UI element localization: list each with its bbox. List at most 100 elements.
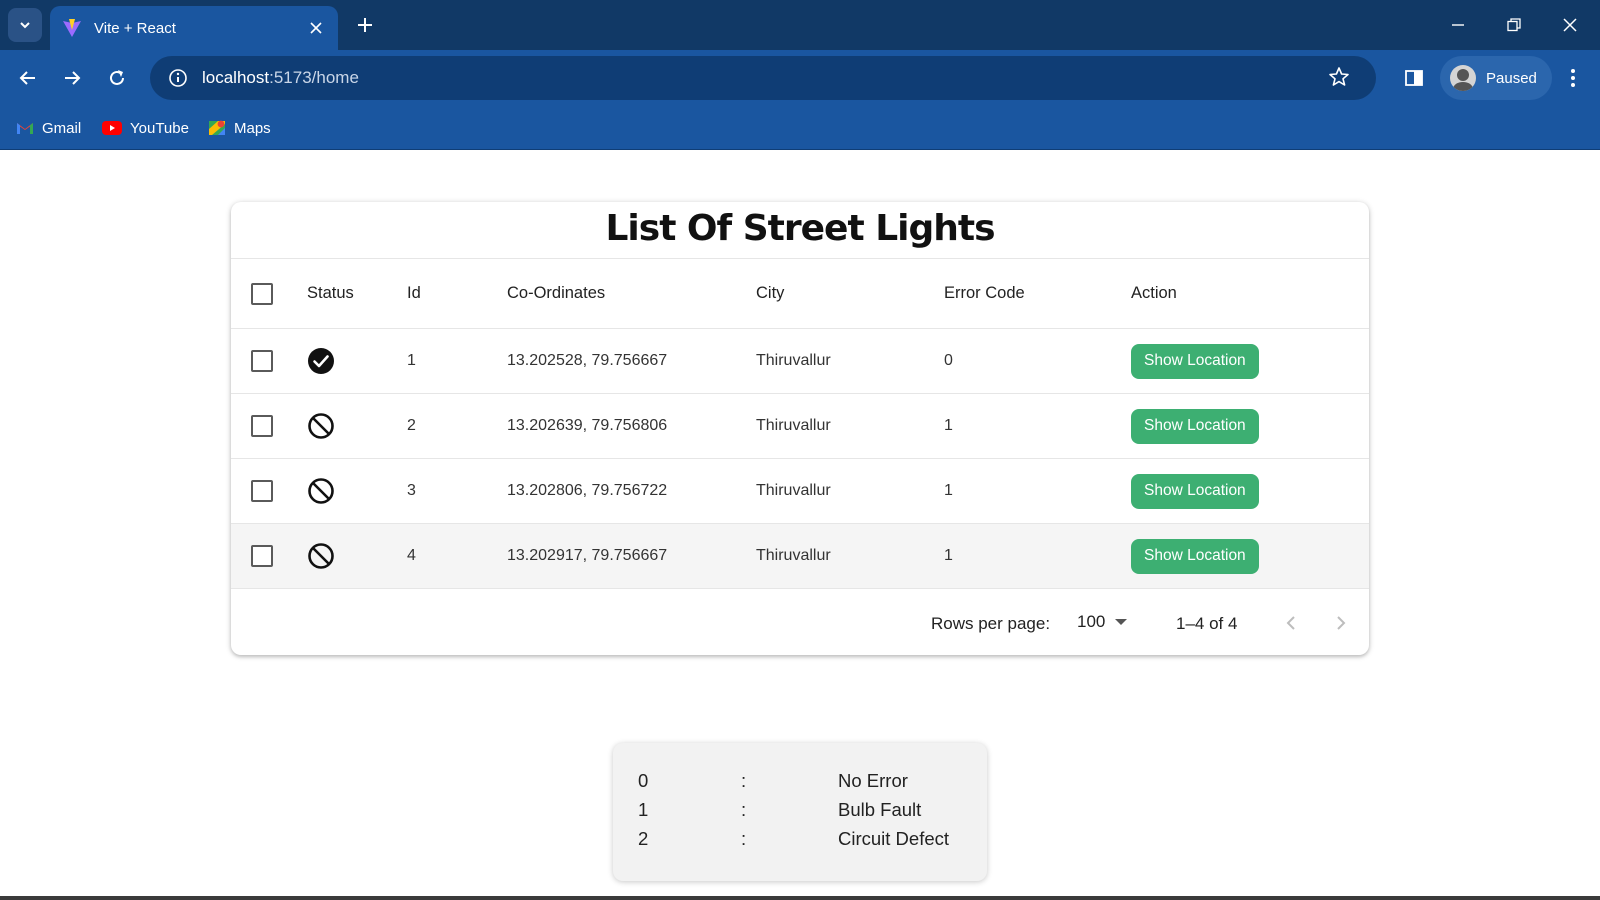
- rows-per-page-label: Rows per page:: [931, 614, 1051, 633]
- side-panel-icon: [1405, 70, 1423, 86]
- select-all-checkbox[interactable]: [251, 282, 273, 305]
- rows-per-page-select[interactable]: 100: [1077, 612, 1128, 632]
- row-checkbox[interactable]: [251, 415, 273, 437]
- pagination-range: 1–4 of 4: [1176, 614, 1238, 633]
- action-cell: Show Location: [1131, 459, 1259, 523]
- bookmark-label: Gmail: [42, 119, 82, 137]
- column-header-error-code[interactable]: Error Code: [944, 259, 1025, 328]
- browser-tab[interactable]: Vite + React: [50, 6, 338, 50]
- taskbar-edge: [0, 896, 1600, 900]
- column-header-status[interactable]: Status: [307, 259, 354, 328]
- vite-logo-icon: [63, 19, 81, 37]
- site-info-icon[interactable]: [156, 56, 200, 100]
- column-header-city[interactable]: City: [756, 259, 784, 328]
- city-cell: Thiruvallur: [756, 417, 831, 434]
- coordinates-cell: 13.202639, 79.756806: [507, 417, 668, 434]
- coordinates-cell: 13.202528, 79.756667: [507, 352, 668, 369]
- arrow-right-icon: [65, 71, 81, 85]
- legend-separator: :: [741, 799, 747, 820]
- show-location-button[interactable]: Show Location: [1131, 343, 1259, 379]
- legend-separator: :: [741, 828, 747, 849]
- column-header-coordinates[interactable]: Co-Ordinates: [507, 259, 605, 328]
- page-title: List Of Street Lights: [605, 208, 995, 249]
- show-location-button[interactable]: Show Location: [1131, 408, 1259, 444]
- action-cell: Show Location: [1131, 394, 1259, 458]
- restore-icon: [1507, 18, 1521, 32]
- gmail-icon: [17, 123, 33, 134]
- coordinates-cell: 13.202806, 79.756722: [507, 482, 668, 499]
- id-cell: 4: [407, 547, 416, 564]
- status-cell: [307, 329, 335, 393]
- row-select-cell: [251, 394, 273, 458]
- legend-code: 2: [638, 828, 649, 849]
- city-cell: Thiruvallur: [756, 547, 831, 564]
- error-code-cell: 1: [944, 482, 953, 499]
- show-location-button[interactable]: Show Location: [1131, 538, 1259, 574]
- profile-button[interactable]: Paused: [1440, 56, 1552, 100]
- url-path: :5173/home: [269, 68, 359, 87]
- rows-per-page-value: 100: [1077, 612, 1106, 631]
- chevron-down-icon: [20, 22, 30, 29]
- browser-toolbar: localhost:5173/home Paused: [0, 50, 1600, 106]
- legend-description: No Error: [838, 770, 908, 791]
- legend-code: 0: [638, 770, 649, 791]
- column-header-action[interactable]: Action: [1131, 259, 1177, 328]
- row-select-cell: [251, 329, 273, 393]
- reload-icon: [110, 70, 124, 85]
- previous-page-button[interactable]: [1278, 610, 1304, 636]
- error-code-legend: 0 : No Error 1 : Bulb Fault 2 : Circuit …: [613, 743, 987, 881]
- minimize-icon: [1452, 24, 1464, 26]
- tab-search-button[interactable]: [8, 8, 42, 42]
- restore-button[interactable]: [1496, 10, 1532, 40]
- next-page-button[interactable]: [1328, 610, 1354, 636]
- row-checkbox[interactable]: [251, 350, 273, 372]
- legend-code: 1: [638, 799, 649, 820]
- bookmark-gmail[interactable]: Gmail: [16, 116, 81, 140]
- bookmark-youtube[interactable]: YouTube: [102, 116, 189, 140]
- close-window-button[interactable]: [1552, 10, 1588, 40]
- side-panel-button[interactable]: [1398, 62, 1430, 94]
- table-header-row: Status Id Co-Ordinates City Error Code A…: [231, 259, 1369, 329]
- new-tab-button[interactable]: [352, 12, 378, 38]
- city-cell: Thiruvallur: [756, 482, 831, 499]
- row-checkbox[interactable]: [251, 480, 273, 502]
- row-checkbox[interactable]: [251, 545, 273, 567]
- url-text[interactable]: localhost:5173/home: [202, 68, 359, 88]
- error-code-cell: 1: [944, 417, 953, 434]
- bookmark-star-icon[interactable]: [1328, 66, 1352, 90]
- bookmarks-bar: Gmail YouTube Maps: [0, 106, 1600, 150]
- row-select-cell: [251, 459, 273, 523]
- close-tab-icon[interactable]: [306, 18, 326, 38]
- row-select-cell: [251, 524, 273, 588]
- bookmark-maps[interactable]: Maps: [208, 116, 271, 140]
- forward-button[interactable]: [56, 62, 88, 94]
- legend-description: Bulb Fault: [838, 799, 922, 820]
- reload-button[interactable]: [101, 62, 133, 94]
- back-button[interactable]: [12, 62, 44, 94]
- table-row[interactable]: 4 13.202917, 79.756667 Thiruvallur 1 Sho…: [231, 524, 1369, 589]
- legend-row: 1 : Bulb Fault: [638, 799, 968, 828]
- youtube-icon: [102, 121, 122, 135]
- block-icon: [308, 543, 334, 569]
- table-pagination: Rows per page: 100 1–4 of 4: [231, 594, 1369, 655]
- table-row[interactable]: 2 13.202639, 79.756806 Thiruvallur 1 Sho…: [231, 394, 1369, 459]
- table-row[interactable]: 3 13.202806, 79.756722 Thiruvallur 1 Sho…: [231, 459, 1369, 524]
- column-header-id[interactable]: Id: [407, 259, 421, 328]
- browser-menu-button[interactable]: [1558, 62, 1588, 94]
- status-cell: [307, 459, 335, 523]
- show-location-button[interactable]: Show Location: [1131, 473, 1259, 509]
- tab-title: Vite + React: [94, 19, 176, 37]
- status-cell: [307, 394, 335, 458]
- minimize-button[interactable]: [1440, 10, 1476, 40]
- check-circle-icon: [308, 348, 334, 374]
- arrow-left-icon: [19, 71, 35, 85]
- table-row[interactable]: 1 13.202528, 79.756667 Thiruvallur 0 Sho…: [231, 329, 1369, 394]
- coordinates-cell: 13.202917, 79.756667: [507, 547, 668, 564]
- address-bar[interactable]: localhost:5173/home: [150, 56, 1376, 100]
- legend-row: 2 : Circuit Defect: [638, 828, 968, 857]
- legend-separator: :: [741, 770, 747, 791]
- url-host: localhost: [202, 68, 270, 87]
- bookmark-label: Maps: [234, 119, 271, 137]
- chevron-right-icon: [1337, 616, 1346, 630]
- avatar: [1450, 65, 1476, 91]
